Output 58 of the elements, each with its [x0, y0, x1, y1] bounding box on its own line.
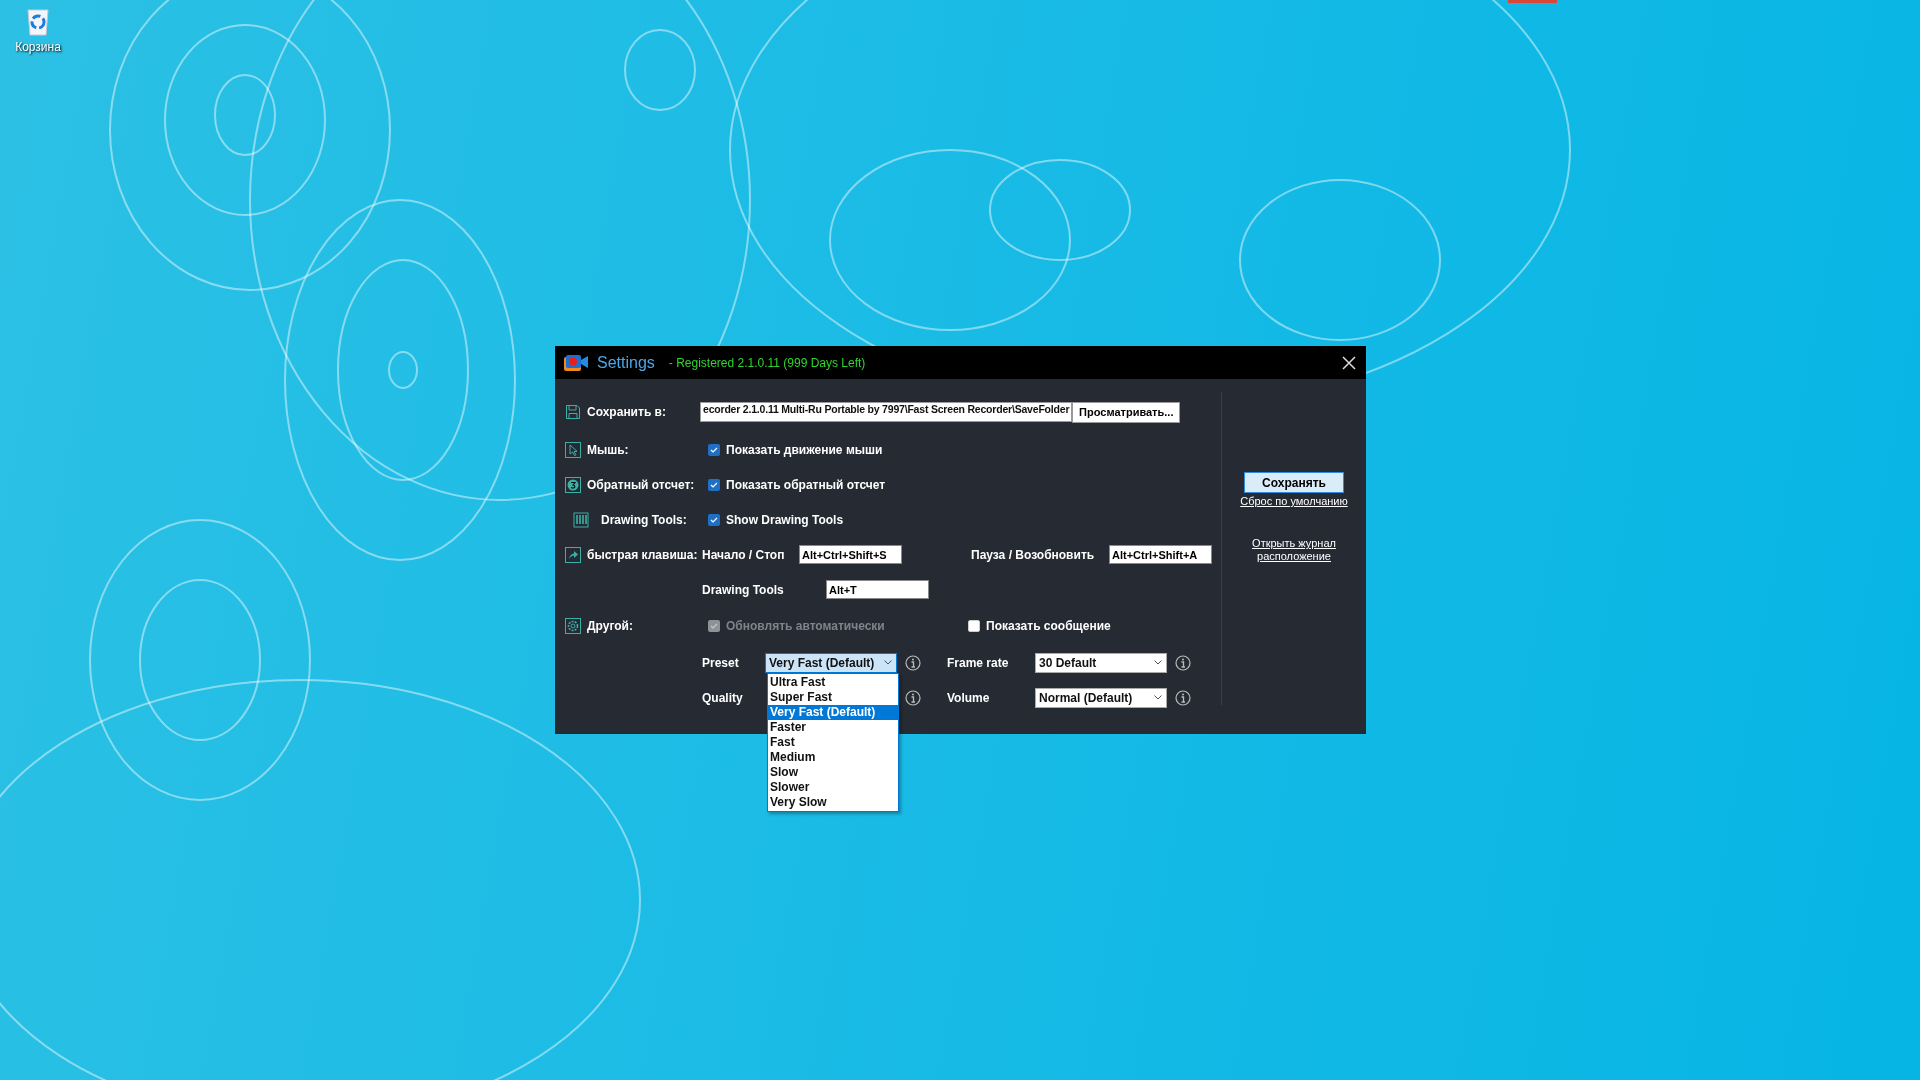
registration-status: - Registered 2.1.0.11 (999 Days Left): [668, 355, 866, 370]
setting-label: Мышь:: [587, 442, 629, 457]
preset-option[interactable]: Very Fast (Default): [768, 705, 898, 720]
chevron-down-icon: [884, 660, 892, 665]
info-icon[interactable]: [905, 689, 921, 706]
info-icon[interactable]: [1175, 654, 1191, 671]
hotkey-field[interactable]: Alt+T: [826, 580, 929, 599]
save-folder-field[interactable]: ecorder 2.1.0.11 Multi-Ru Portable by 7997\Fast Screen Recorder\SaveFolder: [700, 402, 1073, 422]
hotkey-label: быстрая клавиша:: [587, 547, 698, 562]
checkbox[interactable]: [708, 478, 720, 491]
close-icon[interactable]: [1342, 355, 1356, 370]
save-to-label: Сохранить в:: [587, 405, 666, 419]
checkbox-label[interactable]: Показать обратный отсчет: [726, 477, 886, 492]
window-title: Settings: [597, 353, 655, 372]
checkbox-label[interactable]: Показать движение мыши: [726, 442, 883, 457]
checkbox-label[interactable]: Показать сообщение: [986, 619, 1111, 633]
info-icon[interactable]: [905, 654, 921, 671]
window-edge-strip: [1508, 0, 1557, 3]
checkbox[interactable]: [968, 620, 980, 632]
hotkey-field[interactable]: Alt+Ctrl+Shift+A: [1109, 545, 1212, 564]
hotkey-field[interactable]: Alt+Ctrl+Shift+S: [799, 545, 902, 564]
preset-option[interactable]: Ultra Fast: [768, 675, 898, 690]
frame-rate-dropdown[interactable]: 30 Default: [1035, 652, 1167, 673]
info-icon[interactable]: [1175, 689, 1191, 706]
recycle-bin-icon[interactable]: [25, 6, 51, 36]
setting-label: Обратный отсчет:: [587, 477, 695, 492]
hotkey-name: Drawing Tools: [702, 582, 785, 597]
quality-label: Quality: [702, 690, 744, 705]
volume-dropdown[interactable]: Normal (Default): [1035, 687, 1167, 708]
browse-button[interactable]: Просматривать...: [1072, 401, 1181, 423]
hotkey-name: Начало / Стоп: [702, 547, 786, 562]
preset-option[interactable]: Slower: [768, 780, 898, 795]
hotkey-name: Пауза / Возобновить: [971, 547, 1096, 562]
chevron-down-icon: [1154, 660, 1162, 665]
reset-defaults-link[interactable]: Сброс по умолчанию: [1240, 495, 1348, 507]
preset-option[interactable]: Super Fast: [768, 690, 898, 705]
preset-option[interactable]: Medium: [768, 750, 898, 765]
other-label: Другой:: [587, 619, 633, 633]
preset-option[interactable]: Fast: [768, 735, 898, 750]
chevron-down-icon: [1154, 695, 1162, 700]
volume-label: Volume: [947, 690, 991, 705]
cursor-icon: [565, 441, 581, 458]
camera-logo-icon: [563, 353, 589, 372]
checkbox[interactable]: [708, 513, 720, 526]
drawing-tools-icon: [573, 511, 589, 528]
checkbox[interactable]: [708, 443, 720, 456]
setting-label: Drawing Tools:: [601, 512, 687, 527]
preset-option[interactable]: Faster: [768, 720, 898, 735]
gear-icon: [565, 618, 581, 634]
checkbox-label[interactable]: Show Drawing Tools: [726, 512, 844, 527]
preset-dropdown[interactable]: Very Fast (Default): [765, 652, 897, 673]
countdown-icon: [565, 476, 581, 493]
preset-option[interactable]: Slow: [768, 765, 898, 780]
open-log-location-link[interactable]: Открыть журнал расположение: [1244, 537, 1344, 563]
preset-label: Preset: [702, 655, 740, 670]
frame-rate-label: Frame rate: [947, 655, 1010, 670]
save-button[interactable]: Сохранять: [1244, 472, 1344, 493]
preset-option[interactable]: Very Slow: [768, 795, 898, 810]
